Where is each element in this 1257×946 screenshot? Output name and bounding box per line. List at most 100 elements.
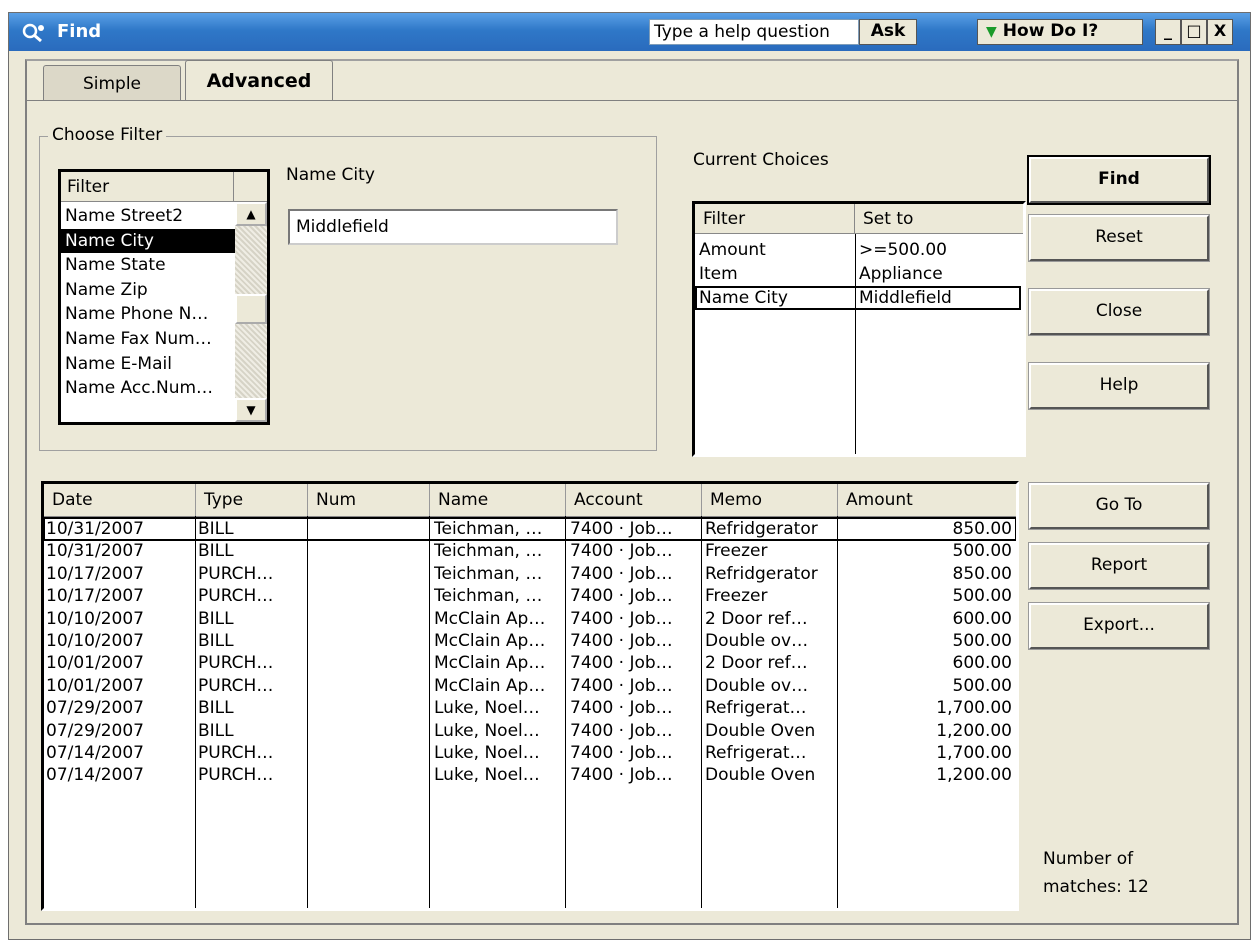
filter-field-label: Name City [286,165,375,185]
table-cell-memo: Freezer [705,541,768,562]
table-cell-memo: Refridgerator [705,563,818,584]
current-choice-row[interactable]: Item Appliance [695,262,1023,286]
table-row[interactable]: 10/01/2007 PURCH… McClain Ap… 7400 · Job… Do… [44,675,1016,697]
table-cell-date: 10/31/2007 [46,541,144,562]
table-cell-account: 7400 · Job… [570,563,673,584]
table-cell-account: 7400 · Job… [570,675,673,696]
title-bar[interactable]: Find Type a help question Ask ▼ How Do I?… [9,13,1250,51]
filter-item-selected[interactable]: Name City [61,228,235,254]
how-do-i-button[interactable]: ▼ How Do I? [977,19,1143,45]
results-table[interactable]: Date Type Num Name Account Memo Amount 1… [41,481,1019,911]
table-cell-account: 7400 · Job… [570,586,673,607]
match-count-line1: Number of [1043,849,1134,869]
table-row[interactable]: 10/01/2007 PURCH… McClain Ap… 7400 · Job… 2 … [44,652,1016,674]
col-header-num[interactable]: Num [308,484,430,516]
filter-list-scrollbar[interactable]: ▲ ▼ [235,202,267,422]
table-cell-type: BILL [198,519,234,539]
scroll-up-icon[interactable]: ▲ [235,202,267,226]
current-choice-row[interactable]: Amount >=500.00 [695,238,1023,262]
table-row[interactable]: 07/29/2007 BILL Luke, Noel… 7400 · Job… Doub… [44,720,1016,742]
current-choices-table[interactable]: Filter Set to Amount >=500.00 Item Appli… [692,201,1026,457]
table-row[interactable]: 07/29/2007 BILL Luke, Noel… 7400 · Job… Refr… [44,697,1016,719]
content-area: Simple Advanced Choose Filter Filter Nam… [25,59,1239,925]
filter-item[interactable]: Name E-Mail [61,352,235,377]
help-button[interactable]: Help [1028,362,1210,410]
reset-button[interactable]: Reset [1028,214,1210,262]
table-cell-date: 10/17/2007 [46,586,144,607]
filter-item[interactable]: Name Street2 [61,204,235,229]
table-cell-account: 7400 · Job… [570,608,673,629]
table-row[interactable]: 07/14/2007 PURCH… Luke, Noel… 7400 · Job… Re… [44,742,1016,764]
filter-item[interactable]: Name State [61,253,235,278]
table-cell-amount: 1,200.00 [936,720,1012,741]
current-choice-row-selected[interactable]: Name City Middlefield [695,286,1021,310]
ask-button[interactable]: Ask [859,19,917,45]
scroll-thumb[interactable] [235,294,267,324]
table-cell-name: Luke, Noel… [434,720,540,741]
table-cell-date: 10/10/2007 [46,630,144,651]
table-cell-type: BILL [198,608,234,629]
col-header-date[interactable]: Date [44,484,196,516]
table-cell-date: 10/31/2007 [46,519,144,539]
table-cell-type: PURCH… [198,586,274,607]
maximize-button[interactable]: □ [1181,19,1207,45]
table-cell-memo: 2 Door ref… [705,653,808,674]
name-city-input[interactable]: Middlefield [288,209,618,245]
filter-item[interactable]: Name Fax Num… [61,327,235,352]
table-cell-account: 7400 · Job… [570,720,673,741]
table-row[interactable]: 10/10/2007 BILL McClain Ap… 7400 · Job… 2 Do… [44,608,1016,630]
go-to-button[interactable]: Go To [1028,482,1210,530]
report-button[interactable]: Report [1028,542,1210,590]
find-icon [22,23,44,43]
table-row[interactable]: 10/17/2007 PURCH… Teichman, … 7400 · Job… Re… [44,563,1016,585]
table-cell-account: 7400 · Job… [570,630,673,651]
table-cell-date: 10/01/2007 [46,653,144,674]
table-cell-memo: Refrigerat… [705,698,807,719]
tab-advanced[interactable]: Advanced [185,60,333,100]
table-row[interactable]: 10/17/2007 PURCH… Teichman, … 7400 · Job… Fr… [44,585,1016,607]
table-cell-amount: 600.00 [952,653,1012,674]
col-header-memo[interactable]: Memo [702,484,838,516]
col-header-account[interactable]: Account [566,484,702,516]
col-header-name[interactable]: Name [430,484,566,516]
find-button[interactable]: Find [1027,155,1211,205]
filter-item[interactable]: Name Phone N… [61,302,235,327]
table-row[interactable]: 10/31/2007 BILL Teichman, … 7400 · Job… Free… [44,540,1016,562]
filter-item[interactable]: Name Acc.Num… [61,376,235,401]
table-cell-amount: 500.00 [952,586,1012,607]
table-cell-type: PURCH… [198,742,274,763]
choice-value: >=500.00 [859,240,947,260]
help-question-input[interactable]: Type a help question [649,19,859,45]
filter-list[interactable]: Filter Name Street2 Name City Name State… [58,169,270,425]
choice-filter: Name City [699,288,788,308]
close-button[interactable]: Close [1028,288,1210,336]
find-window: Find Type a help question Ask ▼ How Do I?… [8,12,1251,940]
filter-list-header-spacer [234,172,267,202]
close-window-button[interactable]: X [1207,19,1233,45]
minimize-button[interactable]: _ [1155,19,1181,45]
choose-filter-group: Choose Filter Filter Name Street2 Name C… [39,125,657,451]
table-cell-memo: 2 Door ref… [705,608,808,629]
table-cell-amount: 1,700.00 [936,698,1012,719]
table-cell-memo: Double ov… [705,675,809,696]
current-choices-label: Current Choices [693,150,829,170]
table-row[interactable]: 10/10/2007 BILL McClain Ap… 7400 · Job… Doub… [44,630,1016,652]
table-row[interactable]: 07/14/2007 PURCH… Luke, Noel… 7400 · Job… Do… [44,764,1016,786]
table-cell-type: PURCH… [198,675,274,696]
col-header-amount[interactable]: Amount [838,484,1016,516]
table-cell-name: Luke, Noel… [434,765,540,786]
choice-filter: Amount [699,240,766,260]
table-cell-type: PURCH… [198,765,274,786]
table-cell-type: BILL [198,630,234,651]
table-cell-memo: Double Oven [705,765,816,786]
table-cell-date: 07/14/2007 [46,765,144,786]
table-cell-date: 07/29/2007 [46,720,144,741]
tab-simple[interactable]: Simple [43,65,181,101]
filter-item[interactable]: Name Zip [61,278,235,303]
export-button[interactable]: Export... [1028,602,1210,650]
table-cell-name: McClain Ap… [434,675,546,696]
table-cell-name: McClain Ap… [434,608,546,629]
table-row-selected[interactable]: 10/31/2007 BILL Teichman, … 7400 · Job… Refr… [44,516,1016,542]
scroll-down-icon[interactable]: ▼ [235,398,267,422]
col-header-type[interactable]: Type [196,484,308,516]
